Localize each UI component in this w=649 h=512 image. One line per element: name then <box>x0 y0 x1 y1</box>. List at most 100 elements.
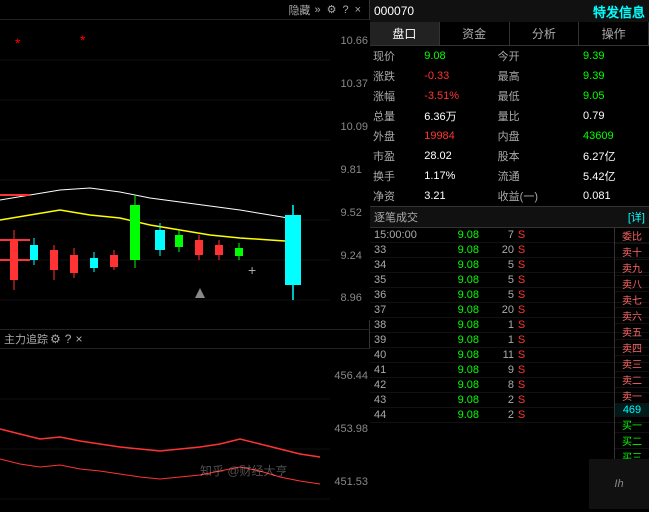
value-总量: 6.36万 <box>422 106 494 126</box>
label-量比: 量比 <box>495 106 581 126</box>
trade-time: 42 <box>374 379 429 391</box>
chevron-icon: » <box>314 4 320 16</box>
value-涨跌: -0.33 <box>422 66 494 86</box>
svg-text:*: * <box>80 32 86 48</box>
y-label-1: 10.66 <box>340 35 368 47</box>
trade-type: S <box>514 364 529 376</box>
trade-price: 9.08 <box>429 364 479 376</box>
trade-price: 9.08 <box>429 409 479 421</box>
right-panel: 000070 特发信息 盘口 资金 分析 操作 现价 9.08 今开 9.39 … <box>370 0 649 509</box>
trade-price: 9.08 <box>429 394 479 406</box>
tab-操作[interactable]: 操作 <box>579 22 649 45</box>
main-gear-icon[interactable]: ⚙ <box>50 332 61 346</box>
mini-chart-svg <box>0 349 370 509</box>
y-label-7: 8.96 <box>340 292 368 304</box>
gear-icon[interactable]: ⚙ <box>327 3 337 16</box>
trade-vol: 5 <box>479 289 514 301</box>
label-总量: 总量 <box>370 106 422 126</box>
trade-time: 39 <box>374 334 429 346</box>
label-市盈: 市盈 <box>370 146 422 166</box>
stock-code: 000070 <box>374 4 414 18</box>
svg-text:+: + <box>248 262 256 278</box>
close-icon[interactable]: × <box>355 4 361 16</box>
trade-price: 9.08 <box>429 244 479 256</box>
trade-type: S <box>514 274 529 286</box>
value-净资: 3.21 <box>422 186 494 206</box>
label-收益: 收益(一) <box>495 186 581 206</box>
info-row-4: 总量 6.36万 量比 0.79 <box>370 106 649 126</box>
trade-price: 9.08 <box>429 259 479 271</box>
sell-卖三: 卖三 <box>615 356 649 372</box>
value-换手: 1.17% <box>422 166 494 186</box>
trade-time: 35 <box>374 274 429 286</box>
info-table: 现价 9.08 今开 9.39 涨跌 -0.33 最高 9.39 涨幅 -3.5… <box>370 46 649 206</box>
sell-卖十: 卖十 <box>615 244 649 260</box>
trade-time: 44 <box>374 409 429 421</box>
label-流通: 流通 <box>495 166 581 186</box>
question-icon[interactable]: ? <box>342 4 348 16</box>
label-股本: 股本 <box>495 146 581 166</box>
trade-row: 42 9.08 8 S <box>370 378 649 393</box>
value-流通: 5.42亿 <box>581 166 649 186</box>
trade-time: 40 <box>374 349 429 361</box>
info-section: 现价 9.08 今开 9.39 涨跌 -0.33 最高 9.39 涨幅 -3.5… <box>370 46 649 206</box>
trade-type: S <box>514 379 529 391</box>
y-label-3: 10.09 <box>340 121 368 133</box>
label-涨跌: 涨跌 <box>370 66 422 86</box>
trade-vol: 5 <box>479 259 514 271</box>
trade-type: S <box>514 304 529 316</box>
trade-type: S <box>514 349 529 361</box>
trade-row: 44 9.08 2 S <box>370 408 649 423</box>
sell-委比: 委比 <box>615 228 649 244</box>
tab-分析[interactable]: 分析 <box>510 22 580 45</box>
trade-price: 9.08 <box>429 349 479 361</box>
info-row-7: 换手 1.17% 流通 5.42亿 <box>370 166 649 186</box>
tab-资金[interactable]: 资金 <box>440 22 510 45</box>
trade-time: 34 <box>374 259 429 271</box>
svg-text:*: * <box>15 35 21 51</box>
info-row-2: 涨跌 -0.33 最高 9.39 <box>370 66 649 86</box>
trade-price: 9.08 <box>429 289 479 301</box>
trade-row: 35 9.08 5 S <box>370 273 649 288</box>
trade-vol: 1 <box>479 319 514 331</box>
trade-vol: 2 <box>479 409 514 421</box>
trade-price: 9.08 <box>429 229 479 241</box>
trade-time: 43 <box>374 394 429 406</box>
label-今开: 今开 <box>495 46 581 66</box>
sell-卖八: 卖八 <box>615 276 649 292</box>
trade-time: 33 <box>374 244 429 256</box>
trade-row: 40 9.08 11 S <box>370 348 649 363</box>
info-row-1: 现价 9.08 今开 9.39 <box>370 46 649 66</box>
trade-detail-link[interactable]: [详] <box>628 209 645 225</box>
mini-y-label-2: 453.98 <box>334 423 368 435</box>
value-外盘: 19984 <box>422 126 494 146</box>
buy-买二: 买二 <box>615 433 649 449</box>
sell-卖九: 卖九 <box>615 260 649 276</box>
hide-button[interactable]: 隐藏 <box>288 2 310 18</box>
main-chart-area: * * <box>0 20 370 320</box>
trade-vol: 11 <box>479 349 514 361</box>
bottom-left: 主力追踪 ⚙ ? × 456.44 453.98 <box>0 329 370 509</box>
tab-盘口[interactable]: 盘口 <box>370 22 440 45</box>
y-label-5: 9.52 <box>340 207 368 219</box>
trade-row: 43 9.08 2 S <box>370 393 649 408</box>
trade-header: 逐笔成交 [详] <box>370 206 649 228</box>
label-最低: 最低 <box>495 86 581 106</box>
trade-price: 9.08 <box>429 304 479 316</box>
top-bar-left: 隐藏 » ⚙ ? × <box>0 0 369 20</box>
label-净资: 净资 <box>370 186 422 206</box>
y-label-6: 9.24 <box>340 250 368 262</box>
buy-买一: 买一 <box>615 417 649 433</box>
trade-type: S <box>514 409 529 421</box>
y-label-4: 9.81 <box>340 164 368 176</box>
trade-type: S <box>514 319 529 331</box>
main-question-icon[interactable]: ? <box>65 332 72 346</box>
trade-price: 9.08 <box>429 334 479 346</box>
value-今开: 9.39 <box>581 46 649 66</box>
trade-vol: 20 <box>479 304 514 316</box>
main-close-icon[interactable]: × <box>75 332 82 346</box>
info-row-5: 外盘 19984 内盘 43609 <box>370 126 649 146</box>
trade-time: 15:00:00 <box>374 229 429 241</box>
info-row-8: 净资 3.21 收益(一) 0.081 <box>370 186 649 206</box>
trade-type: S <box>514 334 529 346</box>
